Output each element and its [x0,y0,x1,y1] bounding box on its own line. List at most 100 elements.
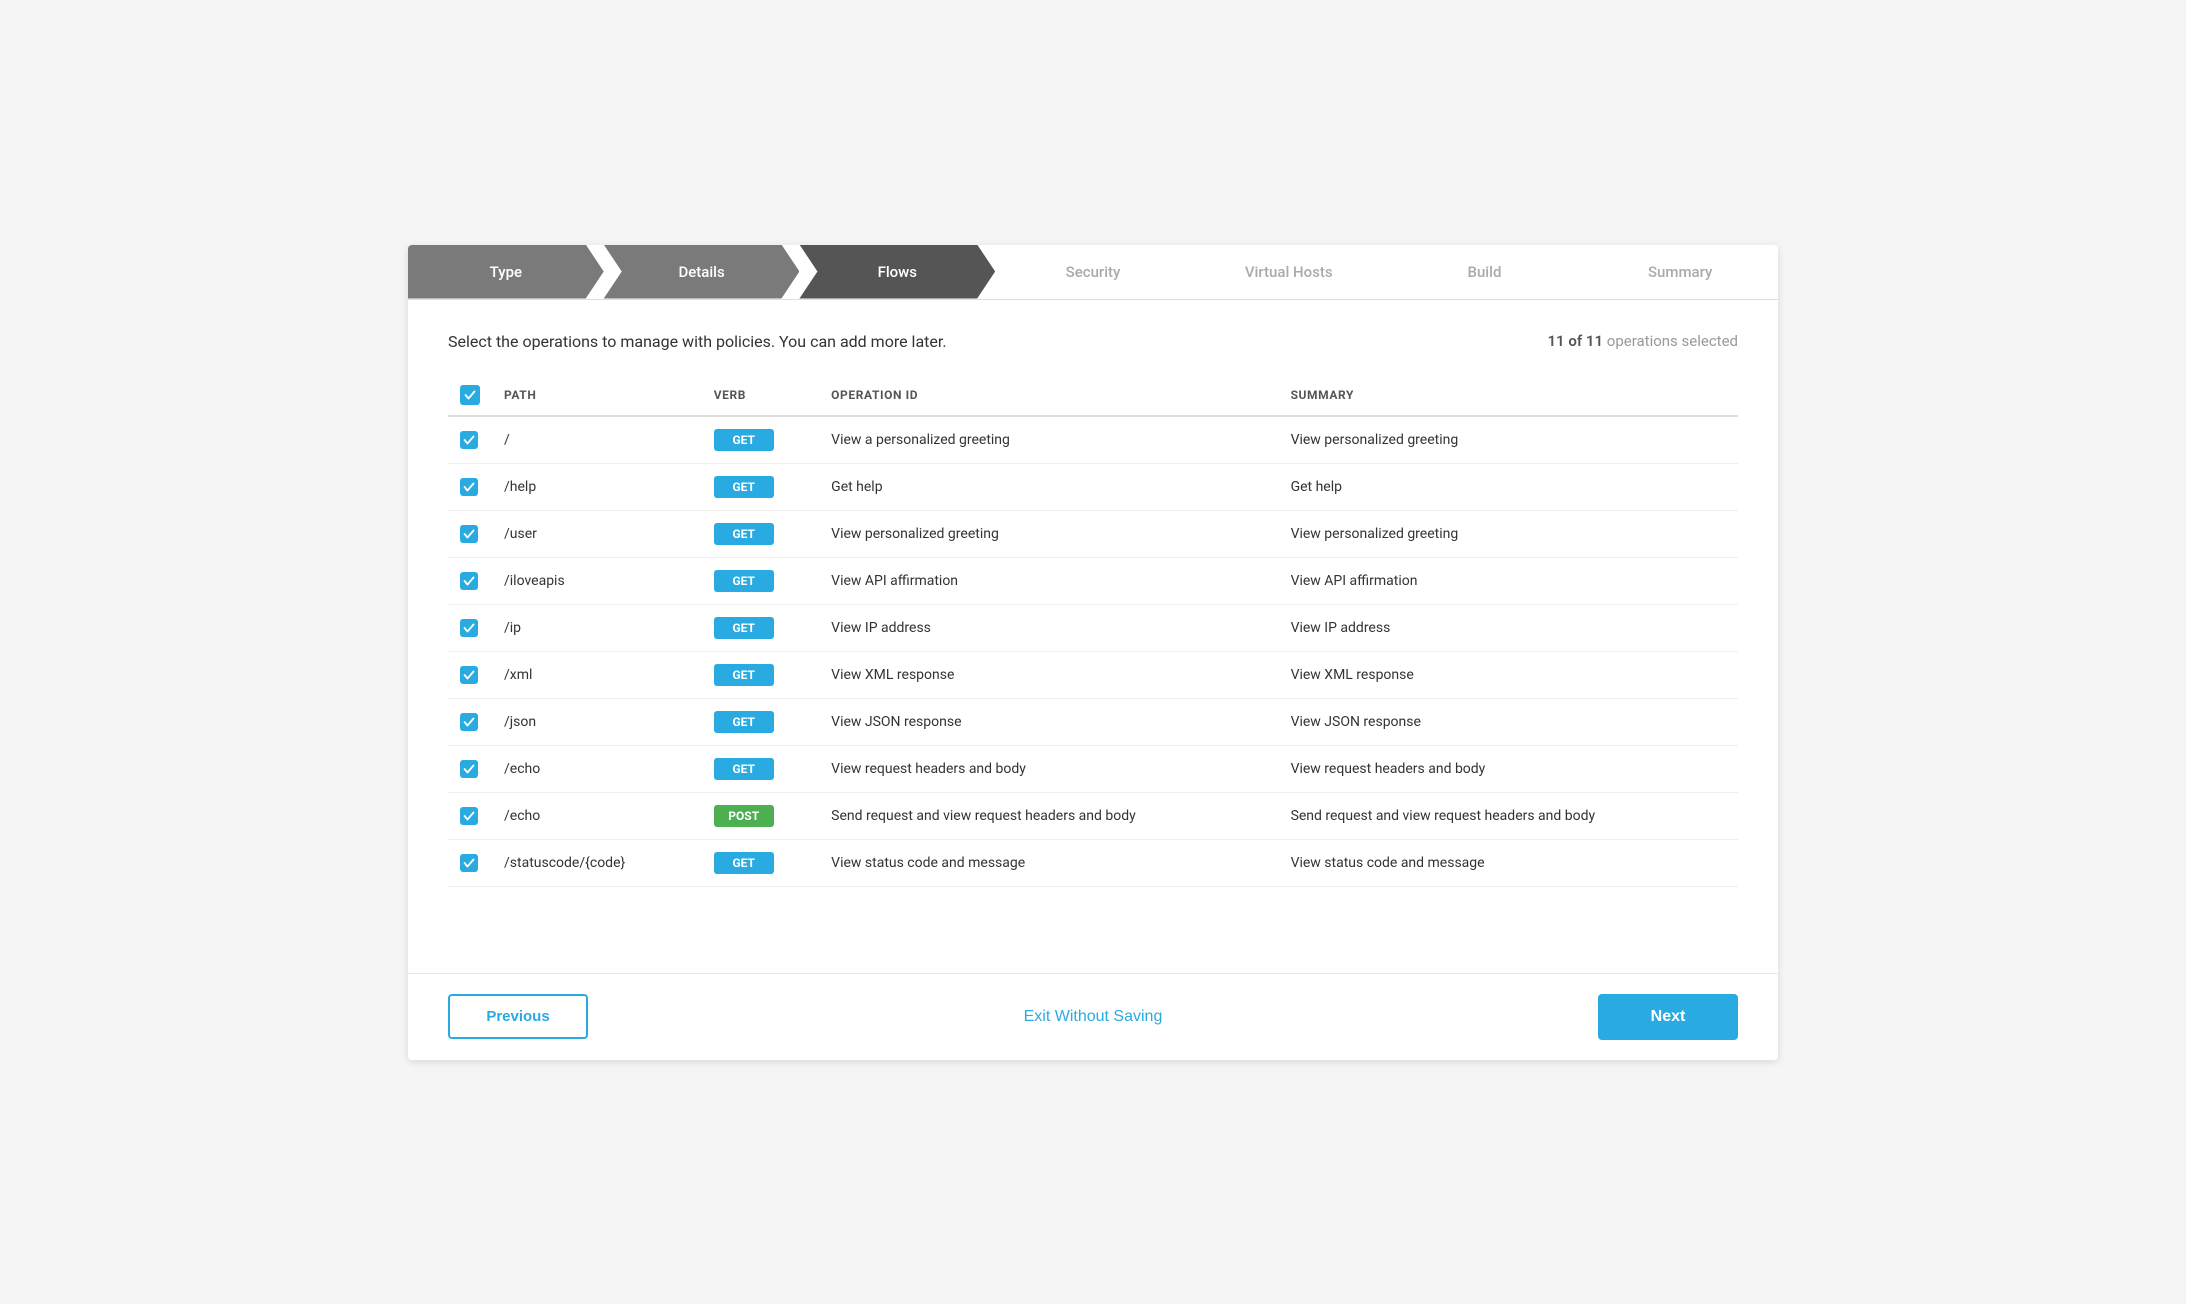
step-label-type: Type [408,263,604,281]
step-virtual-hosts[interactable]: Virtual Hosts [1191,245,1387,299]
row-checkbox-cell-7[interactable] [448,745,492,792]
next-button[interactable]: Next [1598,994,1738,1040]
row-checkbox-cell-1[interactable] [448,463,492,510]
verb-cell-3: GET [702,557,819,604]
row-checkbox-cell-9[interactable] [448,839,492,886]
verb-badge-7: GET [714,758,774,780]
verb-badge-4: GET [714,617,774,639]
summary-cell-5: View XML response [1279,651,1738,698]
operation-id-cell-0: View a personalized greeting [819,416,1278,464]
row-checkbox-4[interactable] [460,619,478,637]
select-all-cell[interactable] [448,375,492,416]
steps-bar: TypeDetailsFlowsSecurityVirtual HostsBui… [408,245,1778,300]
verb-badge-0: GET [714,429,774,451]
row-checkbox-5[interactable] [460,666,478,684]
path-cell-5: /xml [492,651,702,698]
footer: Previous Exit Without Saving Next [408,973,1778,1060]
operation-id-cell-1: Get help [819,463,1278,510]
row-checkbox-0[interactable] [460,431,478,449]
ops-count-label: operations selected [1607,332,1738,350]
operation-id-cell-9: View status code and message [819,839,1278,886]
step-details[interactable]: Details [604,245,800,299]
path-cell-4: /ip [492,604,702,651]
verb-cell-7: GET [702,745,819,792]
summary-cell-4: View IP address [1279,604,1738,651]
table-row: /user GET View personalized greetingView p… [448,510,1738,557]
select-all-checkbox[interactable] [460,385,480,405]
summary-cell-7: View request headers and body [1279,745,1738,792]
previous-button[interactable]: Previous [448,994,588,1039]
step-security[interactable]: Security [995,245,1191,299]
summary-cell-6: View JSON response [1279,698,1738,745]
path-column-header: PATH [492,375,702,416]
verb-badge-5: GET [714,664,774,686]
row-checkbox-cell-4[interactable] [448,604,492,651]
row-checkbox-2[interactable] [460,525,478,543]
path-cell-0: / [492,416,702,464]
row-checkbox-cell-0[interactable] [448,416,492,464]
operation-id-cell-6: View JSON response [819,698,1278,745]
operation-id-cell-4: View IP address [819,604,1278,651]
content-description: Select the operations to manage with pol… [448,332,947,351]
operation-id-cell-2: View personalized greeting [819,510,1278,557]
step-label-build: Build [1387,263,1583,281]
operation-id-cell-8: Send request and view request headers an… [819,792,1278,839]
summary-column-header: SUMMARY [1279,375,1738,416]
ops-count-number: 11 of 11 [1547,332,1606,350]
row-checkbox-cell-6[interactable] [448,698,492,745]
verb-column-header: VERB [702,375,819,416]
operation-id-column-header: OPERATION ID [819,375,1278,416]
row-checkbox-cell-5[interactable] [448,651,492,698]
step-summary[interactable]: Summary [1582,245,1778,299]
step-label-security: Security [995,263,1191,281]
verb-cell-0: GET [702,416,819,464]
row-checkbox-7[interactable] [460,760,478,778]
operations-tbody: /GETView a personalized greetingView per… [448,416,1738,887]
row-checkbox-cell-2[interactable] [448,510,492,557]
path-cell-6: /json [492,698,702,745]
verb-cell-1: GET [702,463,819,510]
verb-badge-6: GET [714,711,774,733]
operation-id-cell-5: View XML response [819,651,1278,698]
summary-cell-0: View personalized greeting [1279,416,1738,464]
row-checkbox-cell-3[interactable] [448,557,492,604]
exit-without-saving-button[interactable]: Exit Without Saving [1024,1008,1163,1026]
operation-id-cell-3: View API affirmation [819,557,1278,604]
table-row: /json GET View JSON responseView JSON resp… [448,698,1738,745]
wizard-container: TypeDetailsFlowsSecurityVirtual HostsBui… [408,245,1778,1060]
step-type[interactable]: Type [408,245,604,299]
verb-badge-8: POST [714,805,774,827]
path-cell-2: /user [492,510,702,557]
table-row: /xml GET View XML responseView XML respons… [448,651,1738,698]
verb-cell-5: GET [702,651,819,698]
row-checkbox-6[interactable] [460,713,478,731]
path-cell-9: /statuscode/{code} [492,839,702,886]
content-header: Select the operations to manage with pol… [448,332,1738,351]
row-checkbox-cell-8[interactable] [448,792,492,839]
verb-cell-9: GET [702,839,819,886]
row-checkbox-8[interactable] [460,807,478,825]
operations-table: PATH VERB OPERATION ID SUMMARY /GETView … [448,375,1738,887]
step-label-summary: Summary [1582,263,1778,281]
verb-cell-2: GET [702,510,819,557]
row-checkbox-9[interactable] [460,854,478,872]
verb-badge-3: GET [714,570,774,592]
summary-cell-1: Get help [1279,463,1738,510]
table-row: /ip GET View IP addressView IP address [448,604,1738,651]
summary-cell-2: View personalized greeting [1279,510,1738,557]
table-row: /echoPOSTSend request and view request h… [448,792,1738,839]
path-cell-3: /iloveapis [492,557,702,604]
path-cell-1: /help [492,463,702,510]
verb-badge-9: GET [714,852,774,874]
step-label-flows: Flows [799,263,995,281]
row-checkbox-3[interactable] [460,572,478,590]
table-row: /statuscode/{code} GET View status code an… [448,839,1738,886]
row-checkbox-1[interactable] [460,478,478,496]
step-build[interactable]: Build [1387,245,1583,299]
table-scroll[interactable]: PATH VERB OPERATION ID SUMMARY /GETView … [448,375,1738,895]
summary-cell-8: Send request and view request headers an… [1279,792,1738,839]
table-header: PATH VERB OPERATION ID SUMMARY [448,375,1738,416]
verb-cell-4: GET [702,604,819,651]
verb-badge-2: GET [714,523,774,545]
table-row: /helpGETGet helpGet help [448,463,1738,510]
